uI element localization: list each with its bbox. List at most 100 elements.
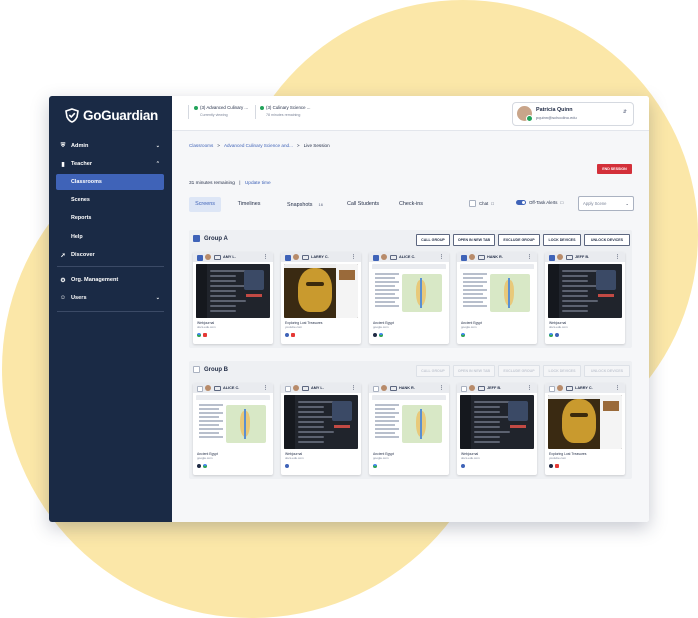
tab-favicon-icon[interactable] xyxy=(555,333,559,337)
call-group-button[interactable]: CALL GROUP xyxy=(416,365,450,377)
logo[interactable]: GoGuardian xyxy=(65,108,158,123)
tab-favicon-icon[interactable] xyxy=(291,333,295,337)
tab-favicon-icon[interactable] xyxy=(203,333,207,337)
session-tab-1[interactable]: (3) Advanced Culinary ... Currently view… xyxy=(194,105,248,117)
student-card[interactable]: ALICE C. ⋮ Ancient Egypt google.com xyxy=(193,383,273,475)
session-tab-2[interactable]: (3) Culinary Science ... 78 minutes rema… xyxy=(260,105,310,117)
tab-favicon-icon[interactable] xyxy=(203,464,207,468)
student-checkbox[interactable] xyxy=(197,386,203,392)
student-card[interactable]: JEFF B. ⋮ Webjournal docs.edu.com xyxy=(545,252,625,344)
student-screen-thumbnail[interactable] xyxy=(372,395,446,449)
screen-text-line xyxy=(474,436,500,438)
student-card[interactable]: JEFF B. ⋮ Webjournal docs.edu.com xyxy=(457,383,537,475)
user-menu[interactable]: Patricia Quinn pquinn@schoolino.edu ⇵ xyxy=(512,102,634,126)
student-card[interactable]: LARRY C. ⋮ Exploring Lost Treasures youtube… xyxy=(281,252,361,344)
unlock-devices-button[interactable]: UNLOCK DEVICES xyxy=(584,234,630,246)
tab-screens[interactable]: Screens xyxy=(189,197,221,212)
more-options-icon[interactable]: ⋮ xyxy=(351,254,356,260)
student-card[interactable]: ALICE C. ⋮ Ancient Egypt google.com xyxy=(369,252,449,344)
tab-favicon-icon[interactable] xyxy=(549,464,553,468)
chat-control[interactable]: Chat □ xyxy=(469,200,494,207)
student-card-header: JEFF B. ⋮ xyxy=(545,252,625,262)
student-screen-thumbnail[interactable] xyxy=(284,264,358,318)
student-screen-thumbnail[interactable] xyxy=(196,264,270,318)
student-checkbox[interactable] xyxy=(285,255,291,261)
tab-favicon-icon[interactable] xyxy=(197,333,201,337)
student-checkbox[interactable] xyxy=(373,386,379,392)
tab-check-ins[interactable]: Check-ins xyxy=(393,197,429,212)
student-screen-thumbnail[interactable] xyxy=(284,395,358,449)
student-checkbox[interactable] xyxy=(549,255,555,261)
sidebar-item-classrooms[interactable]: Classrooms xyxy=(56,174,164,190)
sidebar-item-org-management[interactable]: ⚙ Org. Management xyxy=(59,275,162,285)
more-options-icon[interactable]: ⋮ xyxy=(439,385,444,391)
tab-favicon-icon[interactable] xyxy=(461,333,465,337)
student-card[interactable]: AMY L. ⋮ Webjournal docs.edu.com xyxy=(193,252,273,344)
student-checkbox[interactable] xyxy=(373,255,379,261)
sidebar-item-teacher[interactable]: ▮ Teacher ⌃ xyxy=(59,159,162,169)
tab-snapshots[interactable]: Snapshots 16 xyxy=(277,197,333,212)
avatar xyxy=(381,385,387,391)
sidebar-item-help[interactable]: Help xyxy=(71,232,83,242)
tab-favicon-icon[interactable] xyxy=(379,333,383,337)
tab-timelines[interactable]: Timelines xyxy=(229,197,269,212)
sidebar-item-scenes[interactable]: Scenes xyxy=(71,195,90,205)
tab-favicon-icon[interactable] xyxy=(555,464,559,468)
more-options-icon[interactable]: ⋮ xyxy=(615,385,620,391)
update-time-link[interactable]: Update time xyxy=(245,181,271,186)
unlock-devices-button[interactable]: UNLOCK DEVICES xyxy=(584,365,630,377)
off-task-control[interactable]: Off-Task Alerts □ xyxy=(516,200,563,205)
off-task-toggle[interactable] xyxy=(516,200,526,205)
open-in-new-tab-button[interactable]: OPEN IN NEW TAB xyxy=(453,234,495,246)
student-card[interactable]: AMY L. ⋮ Webjournal docs.edu.com xyxy=(281,383,361,475)
end-session-button[interactable]: END SESSION xyxy=(597,164,632,174)
more-options-icon[interactable]: ⋮ xyxy=(439,254,444,260)
tab-favicon-icon[interactable] xyxy=(197,464,201,468)
breadcrumb-link[interactable]: Advanced Culinary Science and... xyxy=(224,143,293,148)
more-options-icon[interactable]: ⋮ xyxy=(263,385,268,391)
open-in-new-tab-button[interactable]: OPEN IN NEW TAB xyxy=(453,365,495,377)
more-options-icon[interactable]: ⋮ xyxy=(615,254,620,260)
breadcrumb-link[interactable]: Classrooms xyxy=(189,143,213,148)
student-screen-thumbnail[interactable] xyxy=(460,264,534,318)
more-options-icon[interactable]: ⋮ xyxy=(351,385,356,391)
sidebar-item-admin[interactable]: ⛨ Admin ⌄ xyxy=(59,141,162,151)
student-screen-thumbnail[interactable] xyxy=(460,395,534,449)
student-card[interactable]: HANK R. ⋮ Ancient Egypt google.com xyxy=(369,383,449,475)
tab-favicon-icon[interactable] xyxy=(373,333,377,337)
group-checkbox[interactable] xyxy=(193,235,200,242)
tab-favicon-icon[interactable] xyxy=(285,333,289,337)
tab-call-students[interactable]: Call Students xyxy=(339,197,387,212)
student-checkbox[interactable] xyxy=(461,386,467,392)
student-checkbox[interactable] xyxy=(285,386,291,392)
more-options-icon[interactable]: ⋮ xyxy=(263,254,268,260)
tab-favicon-icon[interactable] xyxy=(461,464,465,468)
exclude-group-button[interactable]: EXCLUDE GROUP xyxy=(498,234,540,246)
student-screen-thumbnail[interactable] xyxy=(548,264,622,318)
exclude-group-button[interactable]: EXCLUDE GROUP xyxy=(498,365,540,377)
student-screen-thumbnail[interactable] xyxy=(372,264,446,318)
lock-devices-button[interactable]: LOCK DEVICES xyxy=(543,234,581,246)
student-card[interactable]: HANK R. ⋮ Ancient Egypt google.com xyxy=(457,252,537,344)
lock-devices-button[interactable]: LOCK DEVICES xyxy=(543,365,581,377)
sidebar-item-reports[interactable]: Reports xyxy=(71,213,91,223)
more-options-icon[interactable]: ⋮ xyxy=(527,385,532,391)
student-card[interactable]: LARRY C. ⋮ Exploring Lost Treasures youtube… xyxy=(545,383,625,475)
call-group-button[interactable]: CALL GROUP xyxy=(416,234,450,246)
tab-favicon-icon[interactable] xyxy=(549,333,553,337)
sidebar-item-users[interactable]: ☺ Users ⌄ xyxy=(59,293,162,303)
student-checkbox[interactable] xyxy=(549,386,555,392)
student-screen-thumbnail[interactable] xyxy=(548,395,622,449)
student-checkbox[interactable] xyxy=(197,255,203,261)
chat-checkbox[interactable] xyxy=(469,200,476,207)
group-checkbox[interactable] xyxy=(193,366,200,373)
screen-text-line xyxy=(210,305,236,307)
tab-favicon-icon[interactable] xyxy=(285,464,289,468)
video-sidebar xyxy=(600,395,622,449)
apply-scene-select[interactable]: Apply Scene ⌄ xyxy=(578,196,634,211)
student-screen-thumbnail[interactable] xyxy=(196,395,270,449)
tab-favicon-icon[interactable] xyxy=(373,464,377,468)
sidebar-item-discover[interactable]: ➚ Discover xyxy=(59,250,162,260)
student-checkbox[interactable] xyxy=(461,255,467,261)
more-options-icon[interactable]: ⋮ xyxy=(527,254,532,260)
